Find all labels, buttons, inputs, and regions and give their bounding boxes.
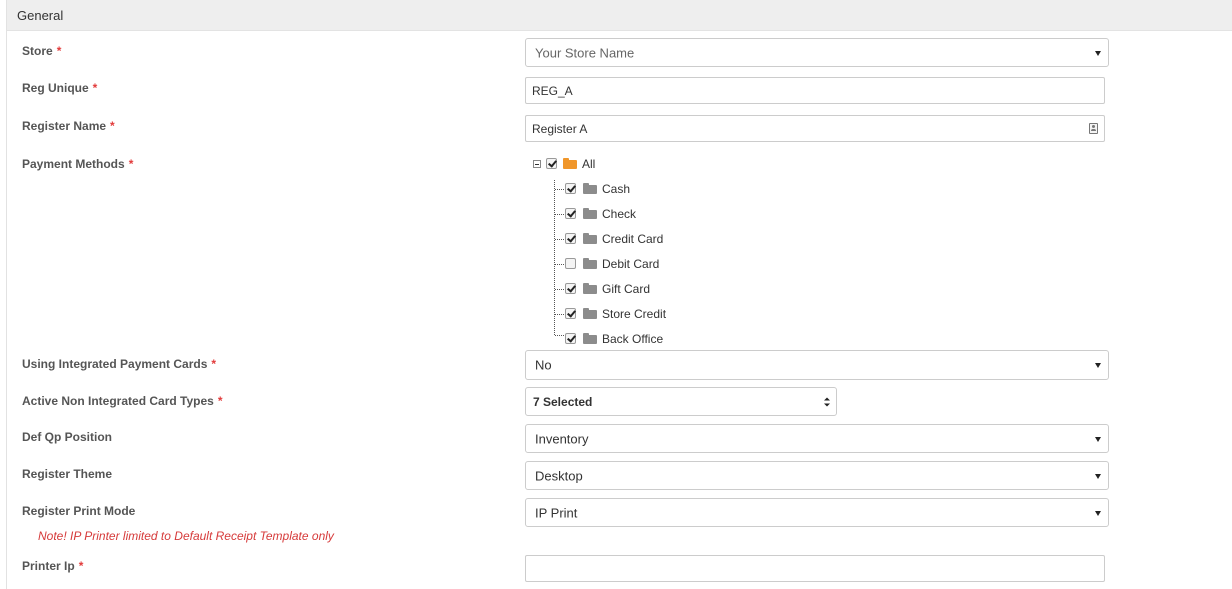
- tree-node-debit-card[interactable]: Debit Card: [530, 255, 730, 275]
- chevron-down-icon: [1095, 363, 1101, 368]
- tree-node-credit-card[interactable]: Credit Card: [530, 230, 730, 250]
- chevron-down-icon: [1095, 510, 1101, 516]
- folder-icon: [583, 308, 597, 319]
- register-theme-select[interactable]: Desktop: [525, 461, 1109, 490]
- register-theme-value: Desktop: [535, 468, 583, 483]
- sort-arrows-icon: [824, 397, 830, 406]
- folder-icon: [583, 208, 597, 219]
- tree-node-label: Back Office: [602, 332, 664, 346]
- register-name-input[interactable]: [525, 115, 1105, 142]
- section-header: General: [7, 0, 1232, 31]
- tree-node-label: Credit Card: [602, 232, 664, 246]
- section-title: General: [17, 8, 64, 23]
- register-name-label: Register Name *: [22, 119, 115, 133]
- checkbox-cash[interactable]: [565, 183, 576, 194]
- folder-icon: [583, 258, 597, 269]
- tree-node-all[interactable]: All: [530, 155, 730, 175]
- tree-branch: [555, 335, 564, 336]
- register-print-mode-select[interactable]: IP Print: [525, 498, 1109, 527]
- tree-branch: [555, 264, 564, 265]
- chevron-down-icon: [1095, 436, 1101, 442]
- tree-node-check[interactable]: Check: [530, 205, 730, 225]
- printer-ip-input[interactable]: [525, 555, 1105, 582]
- collapse-icon[interactable]: [533, 160, 541, 168]
- required-mark: *: [78, 559, 84, 573]
- store-select-value: Your Store Name: [535, 45, 635, 60]
- required-mark: *: [110, 119, 115, 133]
- printer-ip-label: Printer Ip *: [22, 559, 84, 573]
- checkbox-store-credit[interactable]: [565, 308, 576, 319]
- payment-methods-tree: All Cash Check Credit Card Debit Card Gi…: [530, 150, 830, 350]
- tree-node-label: Cash: [602, 182, 631, 196]
- tree-node-label: Gift Card: [602, 282, 651, 296]
- def-qp-position-select[interactable]: Inventory: [525, 424, 1109, 453]
- tree-node-gift-card[interactable]: Gift Card: [530, 280, 730, 300]
- def-qp-position-value: Inventory: [535, 431, 589, 446]
- active-non-integrated-multiselect[interactable]: 7 Selected: [525, 387, 837, 416]
- tree-node-label: Store Credit: [602, 307, 667, 321]
- folder-icon: [583, 183, 597, 194]
- register-print-mode-label: Register Print Mode: [22, 504, 136, 518]
- tree-node-label: Debit Card: [602, 257, 660, 271]
- required-mark: *: [128, 157, 134, 171]
- checkbox-credit-card[interactable]: [565, 233, 576, 244]
- reg-unique-label: Reg Unique *: [22, 81, 98, 95]
- tree-node-cash[interactable]: Cash: [530, 180, 730, 200]
- tree-branch: [555, 214, 564, 215]
- register-name-field: [525, 115, 1105, 142]
- required-mark: *: [217, 394, 223, 408]
- register-theme-label: Register Theme: [22, 467, 113, 481]
- using-integrated-select[interactable]: No: [525, 350, 1109, 380]
- checkbox-gift-card[interactable]: [565, 283, 576, 294]
- active-non-integrated-label: Active Non Integrated Card Types *: [22, 394, 223, 408]
- payment-methods-label: Payment Methods *: [22, 157, 134, 171]
- required-mark: *: [92, 81, 98, 95]
- folder-open-icon: [563, 158, 577, 169]
- using-integrated-value: No: [535, 357, 552, 373]
- active-non-integrated-value: 7 Selected: [533, 394, 593, 409]
- print-mode-note: Note! IP Printer limited to Default Rece…: [38, 529, 334, 543]
- tree-branch: [555, 314, 564, 315]
- required-mark: *: [56, 44, 62, 58]
- tree-node-back-office[interactable]: Back Office: [530, 330, 730, 350]
- checkbox-debit-card[interactable]: [565, 258, 576, 269]
- checkbox-all[interactable]: [546, 158, 557, 169]
- reg-unique-input[interactable]: [525, 77, 1105, 104]
- store-select[interactable]: Your Store Name: [525, 38, 1109, 67]
- def-qp-position-label: Def Qp Position: [22, 430, 112, 444]
- folder-icon: [583, 283, 597, 294]
- tree-node-label: All: [582, 157, 596, 171]
- folder-icon: [583, 233, 597, 244]
- contact-card-icon[interactable]: [1089, 123, 1098, 134]
- chevron-down-icon: [1095, 473, 1101, 479]
- using-integrated-label: Using Integrated Payment Cards *: [22, 357, 217, 371]
- folder-icon: [583, 333, 597, 344]
- chevron-down-icon: [1095, 50, 1101, 56]
- required-mark: *: [211, 357, 217, 371]
- tree-branch: [555, 189, 564, 190]
- checkbox-check[interactable]: [565, 208, 576, 219]
- register-print-mode-value: IP Print: [535, 505, 578, 520]
- store-label: Store *: [22, 44, 62, 58]
- tree-node-store-credit[interactable]: Store Credit: [530, 305, 730, 325]
- tree-branch: [555, 289, 564, 290]
- tree-node-label: Check: [602, 207, 637, 221]
- checkbox-back-office[interactable]: [565, 333, 576, 344]
- tree-branch: [555, 239, 564, 240]
